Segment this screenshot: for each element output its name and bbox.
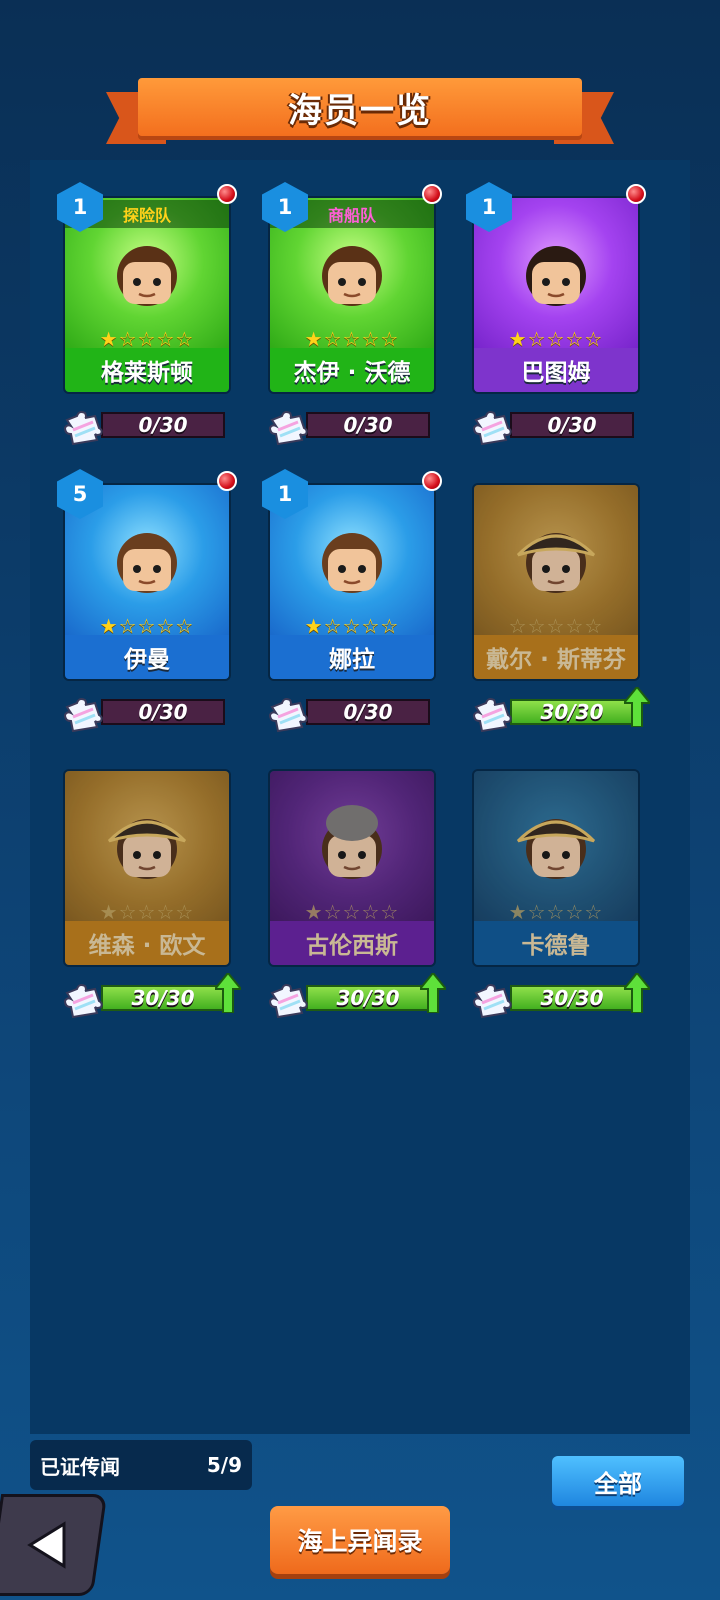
shard-progress-bar: 0/30 <box>306 699 430 725</box>
notification-dot-icon <box>217 184 237 204</box>
crew-name-bar: 娜拉 <box>270 635 434 679</box>
crew-card[interactable]: ★☆☆☆☆ 娜拉 1 <box>262 469 442 681</box>
crew-card[interactable]: ★☆☆☆☆ 维森 · 欧文 <box>63 769 231 967</box>
crew-card[interactable]: ★☆☆☆☆ 卡德鲁 <box>472 769 640 967</box>
notification-dot-icon <box>422 471 442 491</box>
crew-name: 维森 · 欧文 <box>88 933 206 959</box>
title-banner: 海员一览 <box>106 78 614 146</box>
shard-progress-bar: 30/30 <box>510 699 634 725</box>
crew-name: 伊曼 <box>124 647 170 673</box>
crew-name-bar: 伊曼 <box>65 635 229 679</box>
shard-progress: 0/30 <box>472 408 640 446</box>
crew-name-bar: 维森 · 欧文 <box>65 921 229 965</box>
shard-progress: 30/30 <box>63 971 244 1019</box>
puzzle-piece-icon <box>472 695 514 733</box>
crew-avatar <box>99 228 195 324</box>
crew-name-bar: 古伦西斯 <box>270 921 434 965</box>
title-plate: 海员一览 <box>138 78 582 136</box>
crew-name: 卡德鲁 <box>521 933 591 959</box>
card-frame: ★☆☆☆☆ 维森 · 欧文 <box>63 769 231 967</box>
shard-progress: 0/30 <box>268 408 436 446</box>
crew-name: 杰伊 · 沃德 <box>293 360 411 386</box>
filter-all-button[interactable]: 全部 <box>552 1456 684 1506</box>
shard-progress-text: 30/30 <box>131 986 195 1010</box>
crew-name-bar: 卡德鲁 <box>474 921 638 965</box>
shard-progress-text: 30/30 <box>540 700 604 724</box>
crew-name: 古伦西斯 <box>306 933 398 959</box>
shard-progress: 30/30 <box>268 971 449 1019</box>
shard-progress: 0/30 <box>63 408 231 446</box>
shard-progress: 30/30 <box>472 971 653 1019</box>
crew-name: 格莱斯顿 <box>101 360 193 386</box>
upgrade-arrow-icon[interactable] <box>621 971 653 1014</box>
shard-progress-text: 30/30 <box>540 986 604 1010</box>
shard-progress: 0/30 <box>268 695 436 733</box>
legend-count: 5/9 <box>206 1453 242 1477</box>
card-frame: ☆☆☆☆☆ 戴尔 · 斯蒂芬 <box>472 483 640 681</box>
crew-avatar <box>99 515 195 611</box>
shard-progress-text: 0/30 <box>343 413 393 437</box>
crew-name-bar: 巴图姆 <box>474 348 638 392</box>
page-title: 海员一览 <box>288 90 432 131</box>
upgrade-arrow-icon[interactable] <box>212 971 244 1014</box>
shard-progress-bar: 30/30 <box>101 985 225 1011</box>
crew-card[interactable]: 商船队 ★☆☆☆☆ 杰伊 · 沃德 1 <box>262 182 442 394</box>
shard-progress-bar: 30/30 <box>510 985 634 1011</box>
upgrade-arrow-icon[interactable] <box>417 971 449 1014</box>
crew-card[interactable]: ★☆☆☆☆ 伊曼 5 <box>57 469 237 681</box>
shard-progress-text: 0/30 <box>343 700 393 724</box>
crew-avatar <box>508 515 604 611</box>
puzzle-piece-icon <box>268 981 310 1019</box>
crew-card[interactable]: ★☆☆☆☆ 古伦西斯 <box>268 769 436 967</box>
crew-card[interactable]: ★☆☆☆☆ 巴图姆 1 <box>466 182 646 394</box>
legend-label: 已证传闻 <box>40 1454 120 1479</box>
crew-avatar <box>304 228 400 324</box>
crew-avatar <box>508 228 604 324</box>
shard-progress-text: 0/30 <box>547 413 597 437</box>
puzzle-piece-icon <box>63 695 105 733</box>
notification-dot-icon <box>217 471 237 491</box>
sea-records-button[interactable]: 海上异闻录 <box>270 1506 450 1574</box>
shard-progress-text: 30/30 <box>336 986 400 1010</box>
shard-progress: 0/30 <box>63 695 231 733</box>
puzzle-piece-icon <box>63 408 105 446</box>
crew-avatar <box>99 801 195 897</box>
crew-card[interactable]: 探险队 ★☆☆☆☆ 格莱斯顿 1 <box>57 182 237 394</box>
back-arrow-icon <box>27 1521 66 1569</box>
card-frame: ★☆☆☆☆ 卡德鲁 <box>472 769 640 967</box>
legend-counter: 已证传闻 5/9 <box>30 1440 252 1490</box>
card-frame: ★☆☆☆☆ 古伦西斯 <box>268 769 436 967</box>
crew-avatar <box>304 515 400 611</box>
crew-name: 戴尔 · 斯蒂芬 <box>486 647 626 673</box>
notification-dot-icon <box>626 184 646 204</box>
crew-avatar <box>508 801 604 897</box>
notification-dot-icon <box>422 184 442 204</box>
crew-name-bar: 戴尔 · 斯蒂芬 <box>474 635 638 679</box>
crew-name: 娜拉 <box>329 647 375 673</box>
shard-progress-text: 0/30 <box>138 413 188 437</box>
crew-name: 巴图姆 <box>521 360 591 386</box>
shard-progress: 30/30 <box>472 685 653 733</box>
crew-name-bar: 杰伊 · 沃德 <box>270 348 434 392</box>
shard-progress-bar: 0/30 <box>101 699 225 725</box>
puzzle-piece-icon <box>63 981 105 1019</box>
crew-card[interactable]: ☆☆☆☆☆ 戴尔 · 斯蒂芬 <box>472 483 640 681</box>
puzzle-piece-icon <box>268 695 310 733</box>
shard-progress-bar: 0/30 <box>510 412 634 438</box>
shard-progress-bar: 0/30 <box>306 412 430 438</box>
puzzle-piece-icon <box>472 981 514 1019</box>
crew-name-bar: 格莱斯顿 <box>65 348 229 392</box>
puzzle-piece-icon <box>472 408 514 446</box>
shard-progress-bar: 0/30 <box>101 412 225 438</box>
crew-avatar <box>304 801 400 897</box>
upgrade-arrow-icon[interactable] <box>621 685 653 728</box>
shard-progress-bar: 30/30 <box>306 985 430 1011</box>
puzzle-piece-icon <box>268 408 310 446</box>
back-button[interactable] <box>0 1494 108 1596</box>
shard-progress-text: 0/30 <box>138 700 188 724</box>
